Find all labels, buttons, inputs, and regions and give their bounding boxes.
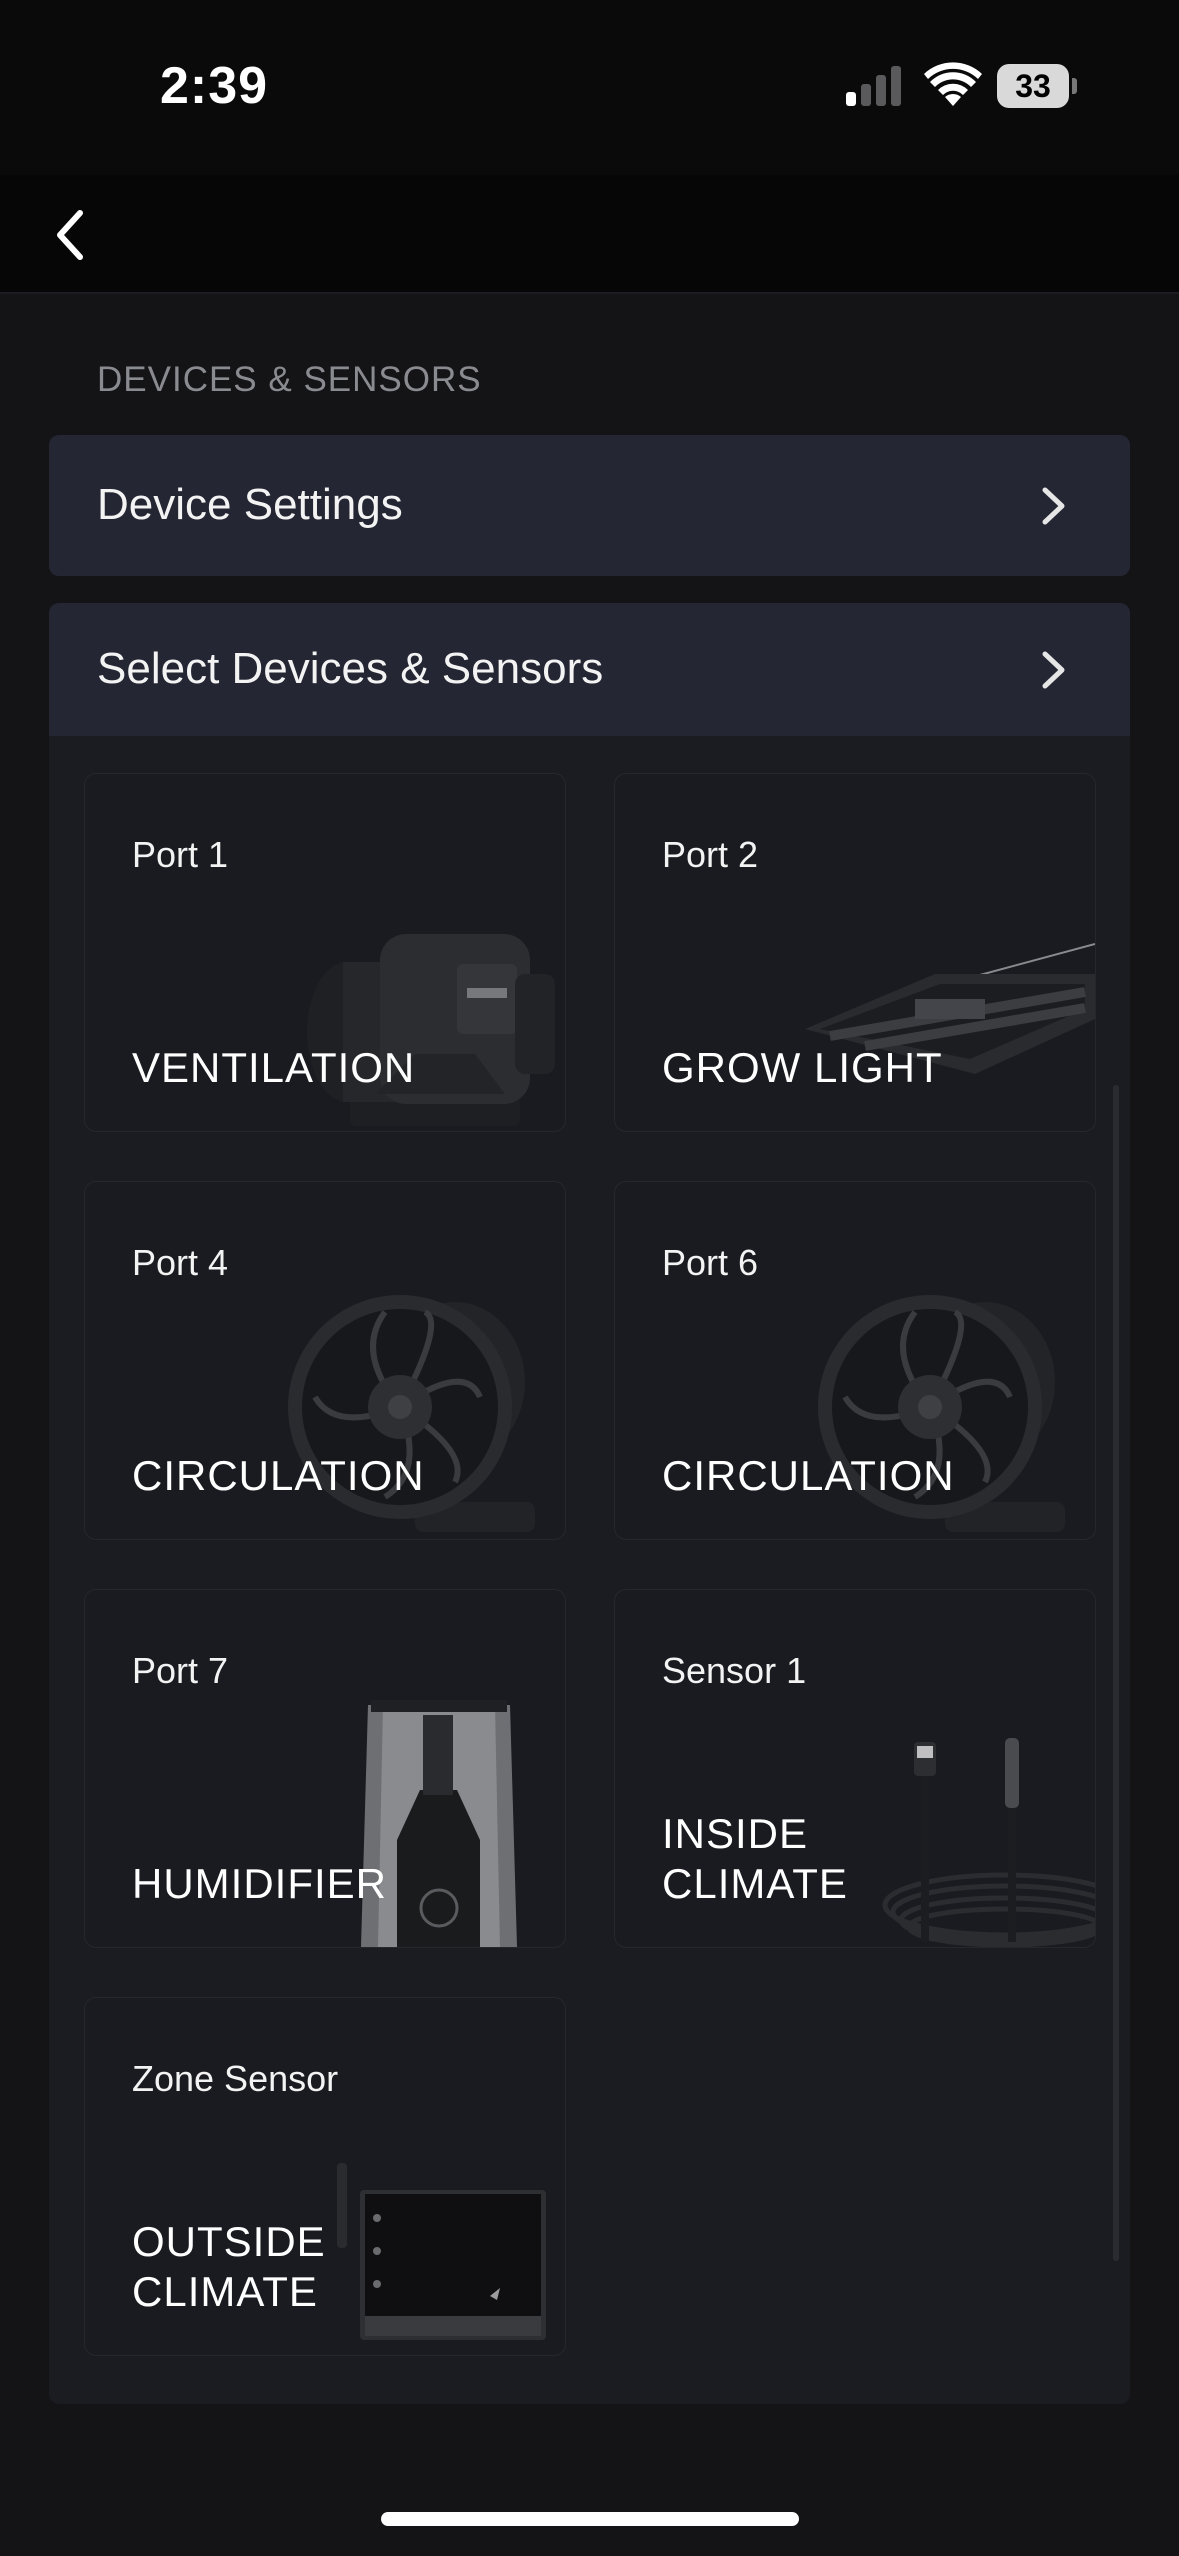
card-type-label: VENTILATION (132, 1044, 416, 1091)
device-card-port-6[interactable]: Port 6 CIRCULATION (614, 1181, 1096, 1540)
navigation-bar (0, 175, 1179, 293)
card-port-label: Zone Sensor (132, 2058, 339, 2099)
scrollbar[interactable] (1113, 1085, 1119, 2261)
select-devices-row[interactable]: Select Devices & Sensors (49, 603, 1130, 736)
status-time: 2:39 (160, 57, 269, 115)
cellular-signal-icon (846, 66, 901, 106)
device-card-port-2[interactable]: Port 2 GROW LIGHT (614, 773, 1096, 1132)
card-type-label: CIRCULATION (662, 1452, 955, 1499)
device-settings-label: Device Settings (97, 480, 403, 529)
battery-level: 33 (997, 64, 1069, 108)
card-type-label: INSIDE CLIMATE (662, 1810, 848, 1907)
wifi-icon (924, 62, 982, 106)
device-card-port-7[interactable]: Port 7 HUMIDIFIER (84, 1589, 566, 1948)
card-port-label: Port 7 (132, 1650, 229, 1691)
select-devices-label: Select Devices & Sensors (97, 644, 604, 693)
device-card-port-1[interactable]: Port 1 VENTILATION (84, 773, 566, 1132)
device-card-zone-sensor[interactable]: Zone Sensor OUTSIDE CLIMATE (84, 1997, 566, 2356)
device-card-sensor-1[interactable]: Sensor 1 INSIDE CLIMATE (614, 1589, 1096, 1948)
chevron-left-icon[interactable] (36, 195, 116, 275)
status-bar: 2:39 33 (0, 0, 1179, 175)
card-type-label: HUMIDIFIER (132, 1860, 387, 1907)
section-header: DEVICES & SENSORS (97, 360, 482, 399)
device-settings-row[interactable]: Device Settings (49, 435, 1130, 576)
card-port-label: Port 1 (132, 834, 229, 875)
card-type-label: OUTSIDE CLIMATE (132, 2218, 326, 2315)
home-indicator[interactable] (381, 2512, 799, 2526)
card-port-label: Port 6 (662, 1242, 759, 1283)
battery-tip (1072, 78, 1077, 94)
chevron-right-icon (1042, 651, 1065, 689)
card-port-label: Sensor 1 (662, 1650, 807, 1691)
chevron-right-icon (1042, 487, 1065, 525)
card-type-label: CIRCULATION (132, 1452, 425, 1499)
battery-icon: 33 (997, 64, 1077, 108)
card-port-label: Port 2 (662, 834, 759, 875)
devices-panel: Port 1 VENTILATION Port 2 GROW LIGHT Por… (49, 736, 1130, 2404)
card-port-label: Port 4 (132, 1242, 229, 1283)
card-type-label: GROW LIGHT (662, 1044, 943, 1091)
device-card-port-4[interactable]: Port 4 CIRCULATION (84, 1181, 566, 1540)
